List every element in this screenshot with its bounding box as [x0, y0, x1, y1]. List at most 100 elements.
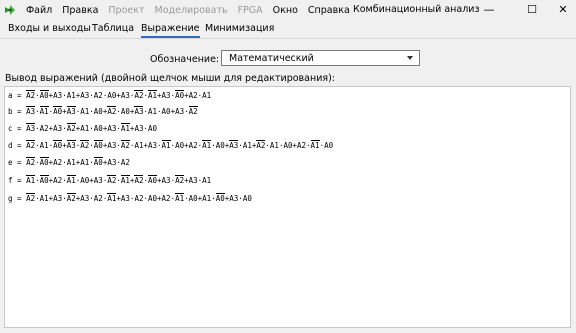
variable: A1 — [310, 140, 320, 150]
expression-row: e = A2·A0+A2·A1+A1·A0+A3·A2 — [8, 157, 130, 167]
variable: A2 — [39, 124, 49, 133]
variable: A2 — [107, 175, 117, 185]
variable: A2 — [297, 141, 307, 150]
variable: A2 — [66, 193, 76, 203]
variable: A2 — [53, 176, 63, 185]
variable: A0 — [147, 124, 158, 133]
expression-row: a = A2·A0+A3·A1+A3·A2·A0+A3·A2·A1+A3·A0+… — [8, 90, 212, 100]
variable: A0 — [93, 140, 103, 150]
title-bar: Файл Правка Проект Моделировать FPGA Окно Спра… — [0, 0, 576, 20]
variable: A0 — [324, 141, 334, 150]
variable: A0 — [242, 194, 252, 203]
variable: A3 — [229, 194, 239, 203]
menu-item-6[interactable]: Справка — [308, 5, 350, 16]
variable: A3 — [93, 176, 103, 185]
variable: A3 — [53, 124, 63, 133]
expression-name: c — [8, 124, 13, 133]
variable: A0 — [215, 141, 225, 150]
expression-output[interactable]: a = A2·A0+A3·A1+A3·A2·A0+A3·A2·A1+A3·A0+… — [4, 86, 571, 328]
notation-value: Математический — [229, 53, 314, 64]
variable: A2 — [26, 90, 36, 100]
menu-bar: Файл Правка Проект Моделировать FPGA Окно Спра… — [26, 0, 360, 20]
variable: A2 — [188, 91, 198, 100]
variable: A0 — [147, 175, 158, 185]
variable: A1 — [107, 193, 117, 203]
variable: A1 — [39, 194, 49, 203]
variable: A3 — [120, 91, 130, 100]
variable: A1 — [66, 175, 76, 185]
variable: A1 — [161, 140, 171, 150]
variable: A0 — [283, 141, 293, 150]
variable: A1 — [269, 141, 279, 150]
variable: A1 — [120, 123, 130, 133]
menu-item-0[interactable]: Файл — [26, 5, 52, 16]
menu-item-4: FPGA — [237, 4, 263, 16]
variable: A2 — [93, 194, 103, 203]
variable: A2 — [120, 140, 130, 150]
app-logo-icon — [5, 5, 15, 15]
variable: A2 — [26, 193, 36, 203]
variable: A3 — [107, 124, 117, 133]
maximize-button[interactable]: ☐ — [517, 0, 547, 20]
menu-item-5[interactable]: Окно — [273, 5, 298, 16]
variable: A1 — [147, 107, 158, 116]
variable: A0 — [120, 107, 130, 116]
menu-item-2: Проект — [108, 4, 145, 16]
tab-3[interactable]: Минимизация — [205, 20, 274, 37]
variable: A2 — [134, 175, 144, 185]
variable: A1 — [26, 175, 36, 185]
variable: A0 — [107, 91, 117, 100]
variable: A0 — [53, 106, 63, 116]
expression-name: e — [8, 158, 13, 167]
variable: A0 — [175, 90, 185, 100]
tab-0[interactable]: Входы и выходы — [8, 20, 91, 37]
variable: A3 — [147, 141, 158, 150]
variable: A2 — [188, 141, 198, 150]
variable: A3 — [107, 158, 117, 167]
variable: A1 — [80, 158, 90, 167]
variable: A0 — [188, 194, 198, 203]
variable: A1 — [147, 90, 158, 100]
variable: A3 — [175, 107, 185, 116]
variable: A2 — [26, 140, 36, 150]
variable: A1 — [80, 107, 90, 116]
variable: A0 — [93, 157, 103, 167]
variable: A3 — [80, 91, 90, 100]
variable: A1 — [66, 158, 76, 167]
chevron-down-icon[interactable] — [407, 56, 413, 60]
variable: A3 — [80, 194, 90, 203]
variable: A0 — [39, 90, 49, 100]
variable: A3 — [66, 106, 76, 116]
variable: A3 — [26, 106, 36, 116]
variable: A2 — [134, 90, 144, 100]
notation-select[interactable]: Математический — [221, 50, 420, 66]
close-button[interactable]: ✕ — [548, 0, 576, 20]
expression-row: g = A2·A1+A3·A2+A3·A2·A1+A3·A2·A0+A2·A1·… — [8, 193, 252, 203]
variable: A2 — [66, 123, 76, 133]
variable: A1 — [134, 141, 144, 150]
variable: A2 — [134, 194, 144, 203]
menu-item-1[interactable]: Правка — [62, 5, 98, 16]
variable: A1 — [80, 124, 90, 133]
variable: A2 — [93, 91, 103, 100]
menu-item-3: Моделировать — [154, 4, 228, 16]
variable: A3 — [53, 194, 63, 203]
tab-2[interactable]: Выражение — [141, 20, 200, 38]
minimize-button[interactable]: — — [474, 0, 504, 20]
variable: A3 — [161, 91, 171, 100]
window-title: Комбинационный анализ — [353, 4, 480, 15]
variable: A0 — [93, 124, 103, 133]
variable: A1 — [202, 176, 212, 185]
variable: A1 — [66, 91, 76, 100]
variable: A0 — [93, 107, 103, 116]
variable: A3 — [134, 124, 144, 133]
expression-name: d — [8, 141, 13, 150]
expression-name: b — [8, 107, 13, 116]
expression-row: b = A3·A1·A0+A3·A1·A0+A2·A0+A3·A1·A0+A3·… — [8, 106, 198, 116]
variable: A2 — [53, 158, 63, 167]
variable: A0 — [161, 107, 171, 116]
variable: A2 — [120, 158, 130, 167]
tab-1[interactable]: Таблица — [92, 20, 134, 37]
variable: A3 — [66, 140, 76, 150]
expression-name: g — [8, 194, 13, 203]
